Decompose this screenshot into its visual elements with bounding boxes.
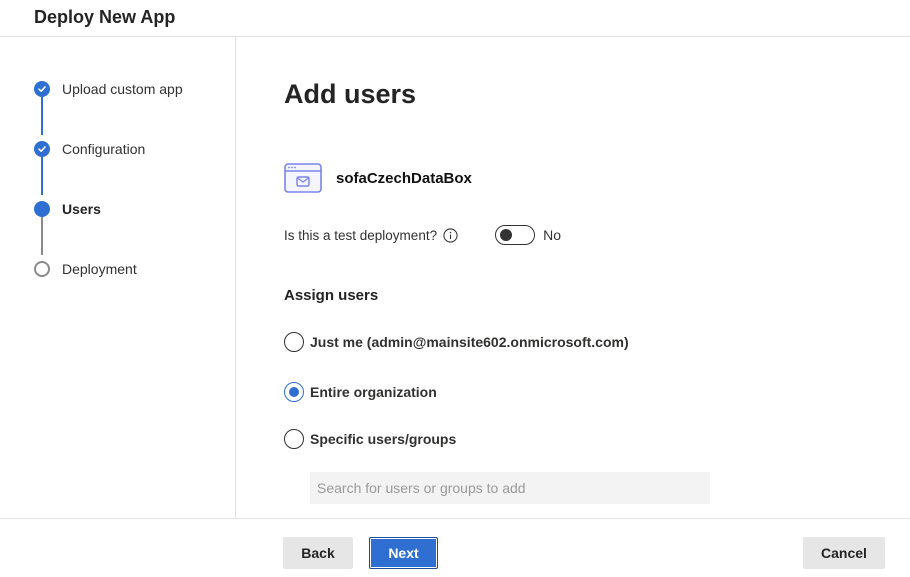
step-upload-custom-app[interactable]: Upload custom app	[34, 79, 183, 99]
checkmark-icon	[34, 81, 50, 97]
radio-specific-users-groups[interactable]: Specific users/groups	[284, 428, 456, 450]
checkmark-icon	[34, 141, 50, 157]
info-icon[interactable]	[443, 227, 458, 243]
step-label: Deployment	[62, 261, 137, 277]
user-group-search-input[interactable]	[310, 472, 710, 504]
radio-button[interactable]	[284, 332, 304, 352]
step-label: Configuration	[62, 141, 146, 157]
pending-step-icon	[34, 261, 50, 277]
app-window-mail-icon	[284, 163, 322, 193]
radio-label: Just me (admin@mainsite602.onmicrosoft.c…	[310, 334, 629, 350]
progress-stepper: Upload custom app Configuration Users De…	[0, 37, 236, 518]
step-label: Upload custom app	[62, 81, 183, 97]
toggle-state-text: No	[543, 227, 561, 243]
radio-entire-organization[interactable]: Entire organization	[284, 381, 437, 403]
assign-users-heading: Assign users	[284, 287, 379, 304]
step-deployment[interactable]: Deployment	[34, 259, 137, 279]
step-connector	[41, 217, 43, 255]
next-button[interactable]: Next	[369, 537, 438, 569]
back-button[interactable]: Back	[283, 537, 353, 569]
test-deployment-toggle[interactable]	[495, 225, 536, 245]
dialog-footer: Back Next Cancel	[0, 518, 910, 577]
page-title: Add users	[284, 79, 417, 109]
main-content: Add users sofaCzechDataBox Is this a tes…	[236, 37, 910, 518]
dialog-header: Deploy New App	[0, 0, 910, 37]
test-deployment-label: Is this a test deployment?	[284, 227, 438, 243]
current-step-icon	[34, 201, 50, 217]
radio-label: Specific users/groups	[310, 431, 457, 447]
radio-label: Entire organization	[310, 384, 437, 400]
app-name: sofaCzechDataBox	[336, 169, 472, 187]
step-connector	[41, 97, 43, 135]
step-users[interactable]: Users	[34, 199, 101, 219]
app-summary: sofaCzechDataBox	[284, 163, 472, 193]
step-configuration[interactable]: Configuration	[34, 139, 145, 159]
step-connector	[41, 157, 43, 195]
radio-button[interactable]	[284, 429, 304, 449]
cancel-button[interactable]: Cancel	[803, 537, 885, 569]
dialog-title: Deploy New App	[34, 7, 176, 27]
step-label: Users	[62, 201, 101, 217]
radio-button[interactable]	[284, 382, 304, 402]
test-deployment-row: Is this a test deployment? No	[284, 224, 561, 246]
radio-just-me[interactable]: Just me (admin@mainsite602.onmicrosoft.c…	[284, 331, 629, 353]
toggle-knob	[500, 229, 513, 241]
